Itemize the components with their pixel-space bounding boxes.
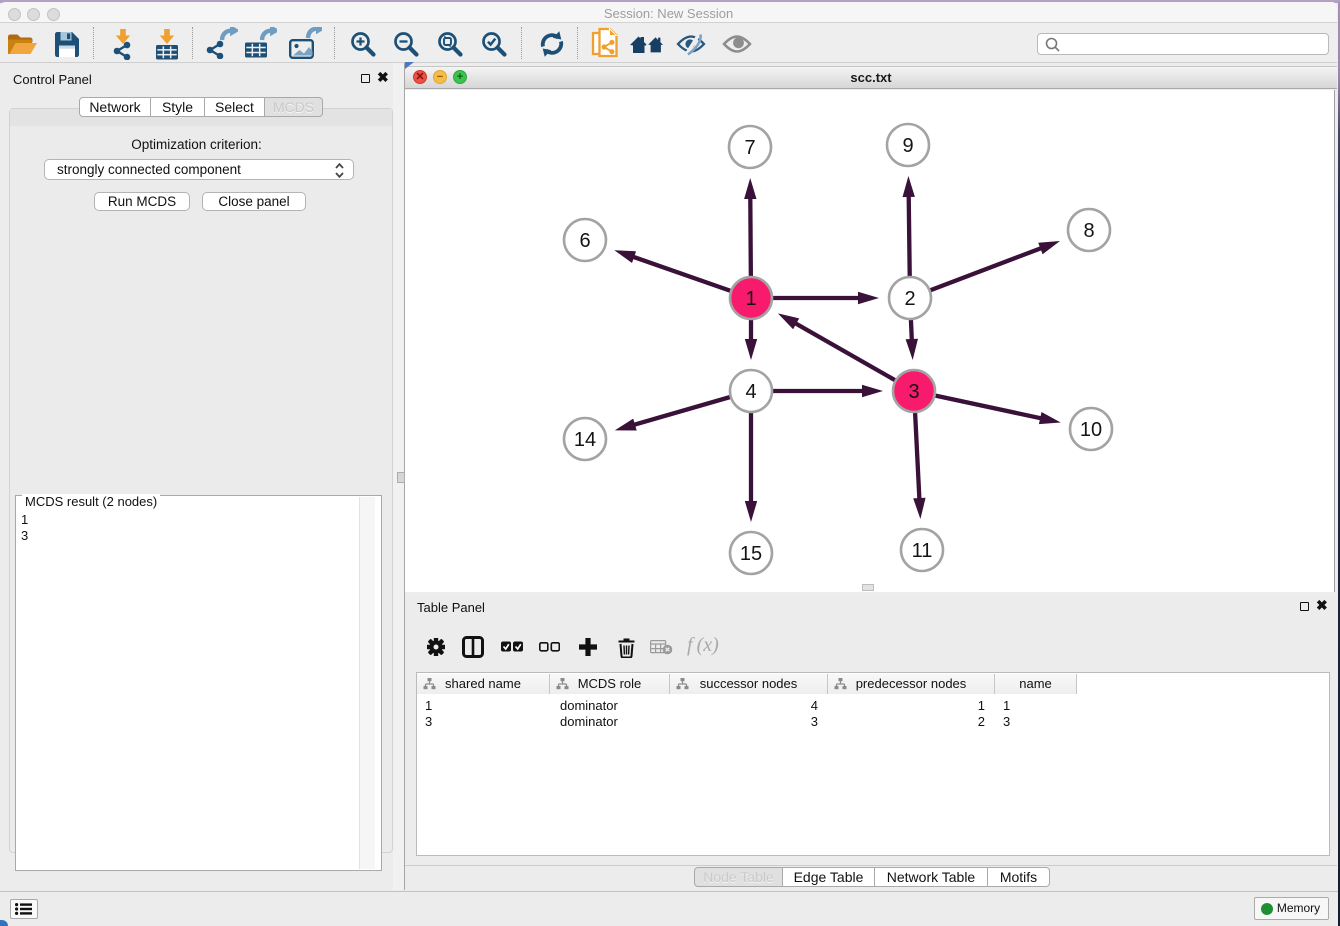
svg-text:15: 15 (740, 543, 762, 565)
svg-text:1: 1 (745, 288, 756, 310)
svg-text:3: 3 (908, 381, 919, 403)
svg-text:10: 10 (1080, 419, 1102, 441)
svg-text:6: 6 (579, 230, 590, 252)
svg-text:8: 8 (1083, 220, 1094, 242)
svg-text:9: 9 (902, 135, 913, 157)
svg-text:7: 7 (744, 137, 755, 159)
svg-text:2: 2 (904, 288, 915, 310)
svg-text:11: 11 (912, 540, 933, 562)
svg-text:4: 4 (745, 381, 756, 403)
svg-text:14: 14 (574, 429, 596, 451)
